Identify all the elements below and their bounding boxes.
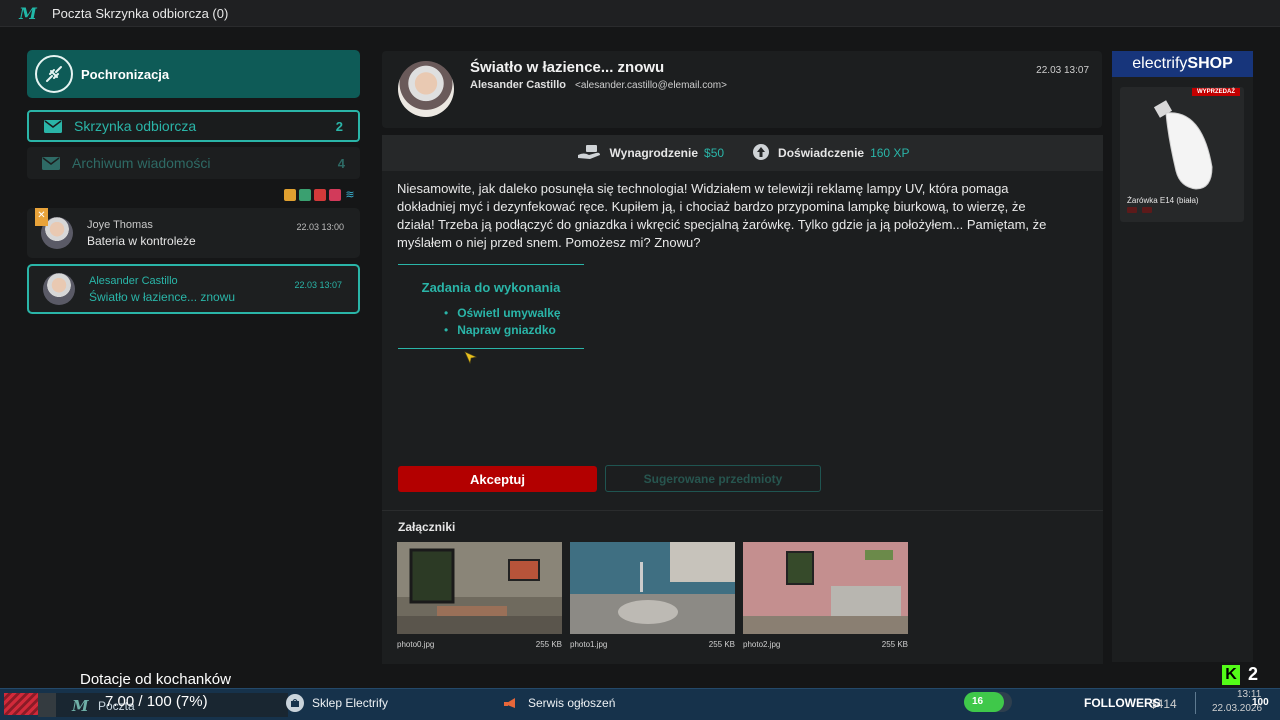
attachments-title: Załączniki xyxy=(398,520,456,534)
tray-counter: 100 xyxy=(1252,697,1269,708)
envelope-icon xyxy=(42,156,60,170)
attachment[interactable]: photo2.jpg 255 KB xyxy=(743,542,908,649)
task-item: Napraw gniazdko xyxy=(444,322,584,339)
message-time: 22.03 13:07 xyxy=(294,280,342,290)
attachment-size: 255 KB xyxy=(535,640,562,649)
reward-bar: Wynagrodzenie $50 Doświadczenie 160 XP xyxy=(382,135,1103,171)
viewer-count: 2 xyxy=(1248,664,1259,684)
email-body: Niesamowite, jak daleko posunęła się tec… xyxy=(382,171,1103,664)
mouse-cursor-icon xyxy=(464,351,478,370)
task-item: Oświetl umywalkę xyxy=(444,305,584,322)
cart-icon[interactable] xyxy=(1127,207,1137,213)
divider xyxy=(382,510,1103,511)
folder-label: Archiwum wiadomości xyxy=(72,155,211,171)
message-time: 22.03 13:00 xyxy=(296,222,344,232)
taskbar-ads-label: Serwis ogłoszeń xyxy=(528,696,616,710)
brand-name: Pochronizacja xyxy=(81,66,170,82)
email-body-text: Niesamowite, jak daleko posunęła się tec… xyxy=(397,181,1047,250)
folder-inbox[interactable]: Skrzynka odbiorcza 2 xyxy=(27,110,360,142)
task-list: Zadania do wykonania Oświetl umywalkę Na… xyxy=(398,264,584,349)
message-subject: Światło w łazience... znowu xyxy=(89,289,236,304)
email-header: Światło w łazience... znowu Alesander Ca… xyxy=(382,51,1102,128)
attachment[interactable]: photo1.jpg 255 KB xyxy=(570,542,735,649)
attachment-size: 255 KB xyxy=(881,640,908,649)
megaphone-icon xyxy=(502,694,520,712)
donation-label: Dotacje od kochanków xyxy=(80,671,231,688)
message-subject: Bateria w kontroleże xyxy=(87,233,196,248)
message-list-item[interactable]: ✕ Joye Thomas Bateria w kontroleże 22.03… xyxy=(27,208,360,258)
tasks-title: Zadania do wykonania xyxy=(421,280,561,295)
level-number: 16 xyxy=(972,696,984,707)
folder-count: 4 xyxy=(337,155,345,171)
plug-icon xyxy=(35,55,73,93)
info-icon[interactable] xyxy=(1142,207,1152,213)
message-list-item-selected[interactable]: Alesander Castillo Światło w łazience...… xyxy=(27,264,360,314)
email-date: 22.03 13:07 xyxy=(1036,65,1089,76)
accept-button[interactable]: Akceptuj xyxy=(398,466,597,492)
reward-label: Wynagrodzenie xyxy=(609,146,699,160)
attachment-size: 255 KB xyxy=(708,640,735,649)
shop-header[interactable]: electrify SHOP xyxy=(1112,51,1253,77)
settings-icon xyxy=(299,189,311,201)
level-pill-fill xyxy=(964,692,1004,712)
sender-email: <alesander.castillo@elemail.com> xyxy=(575,80,727,91)
brand-header: Pochronizacja xyxy=(27,50,360,98)
taskbar-shop[interactable]: Sklep Electrify xyxy=(286,694,388,712)
shop-title-bold: SHOP xyxy=(1187,55,1233,72)
sender-avatar xyxy=(398,61,454,117)
sender-name: Alesander Castillo xyxy=(470,79,566,91)
avatar xyxy=(43,273,75,305)
email-subject: Światło w łazience... znowu xyxy=(470,59,665,76)
tools-tag-icon: ✕ xyxy=(35,208,48,226)
reward-item: Wynagrodzenie $50 xyxy=(576,144,725,163)
taskbar-shop-label: Sklep Electrify xyxy=(312,696,389,710)
taskbar-ads[interactable]: Serwis ogłoszeń xyxy=(502,694,615,712)
folder-archive[interactable]: Archiwum wiadomości 4 xyxy=(27,147,360,179)
app-logo-icon: M xyxy=(19,3,37,23)
attachment-name: photo0.jpg xyxy=(397,640,435,649)
light-bulb-icon xyxy=(1150,97,1220,197)
xp-value: 160 XP xyxy=(870,146,910,160)
donation-stripe-icon xyxy=(4,693,38,715)
wifi-icon: ≋ xyxy=(345,189,355,201)
shopping-bag-icon xyxy=(286,694,304,712)
product-actions xyxy=(1127,207,1152,213)
title-bar: M Poczta Skrzynka odbiorcza (0) xyxy=(0,0,1280,27)
kick-badge: K 2 xyxy=(1222,664,1258,685)
attachment-name: photo1.jpg xyxy=(570,640,608,649)
reward-value: $50 xyxy=(704,146,725,160)
attachment-thumbnail[interactable] xyxy=(570,542,735,634)
sale-badge: WYPRZEDAŻ xyxy=(1192,88,1240,96)
chat-icon xyxy=(314,189,326,201)
status-icons: ≋ xyxy=(284,189,356,201)
donation-progress-text: 7.00 / 100 (7%) xyxy=(105,693,208,710)
home-icon xyxy=(284,189,296,201)
divider xyxy=(1195,692,1196,714)
kick-logo-icon: K xyxy=(1222,664,1240,685)
attachment-name: photo2.jpg xyxy=(743,640,781,649)
arrow-up-circle-icon xyxy=(752,143,770,164)
mail-app-icon[interactable]: M xyxy=(72,697,89,715)
suggested-items-button[interactable]: Sugerowane przedmioty xyxy=(605,465,821,492)
sender-line: Alesander Castillo <alesander.castillo@e… xyxy=(470,79,727,91)
attachment[interactable]: photo0.jpg 255 KB xyxy=(397,542,562,649)
followers-label: FOLLOWERS xyxy=(1084,696,1161,710)
product-card[interactable]: WYPRZEDAŻ Żarówka E14 (biała) xyxy=(1120,87,1244,222)
money-hand-icon xyxy=(576,144,602,163)
attachment-thumbnail[interactable] xyxy=(743,542,908,634)
folder-label: Skrzynka odbiorcza xyxy=(74,118,197,134)
heart-icon xyxy=(329,189,341,201)
folder-count: 2 xyxy=(335,118,343,134)
xp-item: Doświadczenie 160 XP xyxy=(752,143,909,164)
shop-panel: electrify SHOP WYPRZEDAŻ Żarówka E14 (bia… xyxy=(1112,51,1253,662)
envelope-icon xyxy=(44,119,62,133)
xp-label: Doświadczenie xyxy=(778,146,865,160)
window-title: Poczta Skrzynka odbiorcza (0) xyxy=(52,5,229,21)
product-name: Żarówka E14 (biała) xyxy=(1127,196,1199,205)
donation-progress-fill xyxy=(38,693,56,717)
shop-title-light: electrify xyxy=(1132,55,1188,72)
attachment-thumbnail[interactable] xyxy=(397,542,562,634)
